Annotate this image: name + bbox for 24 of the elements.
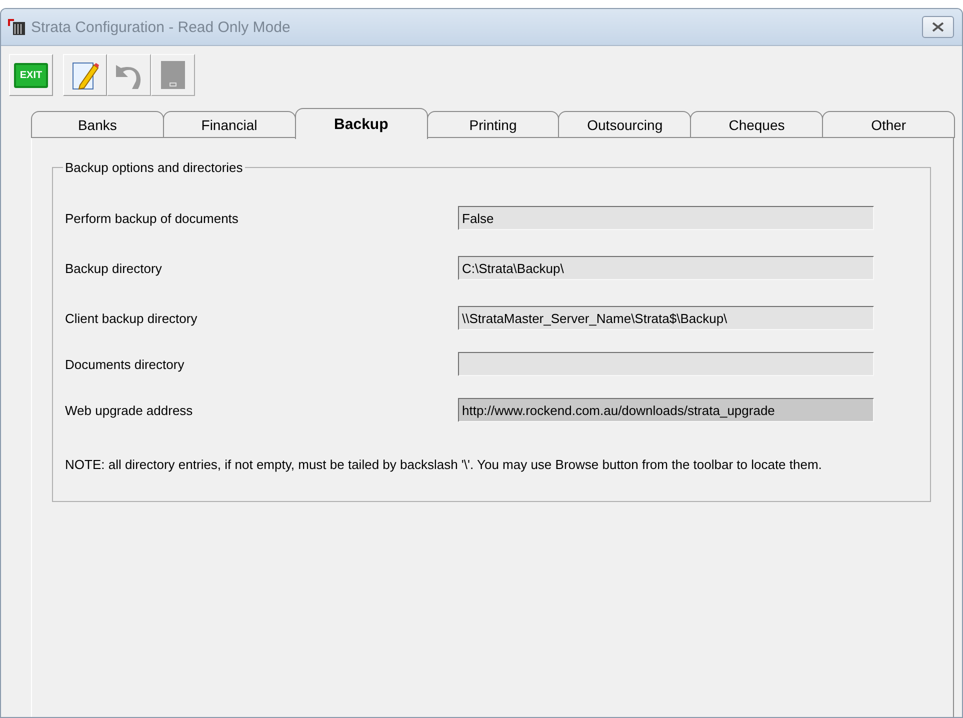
tab[interactable]: Outsourcing	[558, 111, 692, 138]
input-field[interactable]: False	[458, 206, 874, 230]
field-label: Client backup directory	[65, 310, 198, 326]
close-icon	[932, 22, 944, 32]
input-field[interactable]: http://www.rockend.com.au/downloads/strata_upgrade	[458, 398, 874, 422]
note-text: NOTE: all directory entries, if not empty, must be tailed by backslash '\'. You may use Browse button from the toolbar to locate them.	[65, 457, 823, 473]
input-field[interactable]: \\StrataMaster_Server_Name\Strata$\Backup\	[458, 306, 874, 330]
group-title: Backup options and directories	[64, 160, 244, 175]
field-label: Perform backup of documents	[65, 210, 240, 226]
field-label: Web upgrade address	[65, 402, 194, 418]
edit-button[interactable]	[63, 54, 107, 96]
tab[interactable]: Backup	[294, 108, 428, 139]
field-label: Backup directory	[65, 260, 163, 276]
window-title: Strata Configuration - Read Only Mode	[31, 18, 292, 36]
input-field[interactable]: C:\Strata\Backup\	[458, 256, 874, 280]
tab[interactable]: Financial	[162, 111, 296, 138]
input-field[interactable]	[458, 352, 874, 376]
app-building-icon	[7, 18, 27, 36]
close-button[interactable]	[922, 16, 954, 38]
tab[interactable]: Banks	[31, 111, 164, 138]
tab[interactable]: Cheques	[690, 111, 824, 138]
field-label: Documents directory	[65, 356, 186, 372]
tab[interactable]: Other	[822, 111, 956, 138]
tab[interactable]: Printing	[426, 111, 560, 138]
